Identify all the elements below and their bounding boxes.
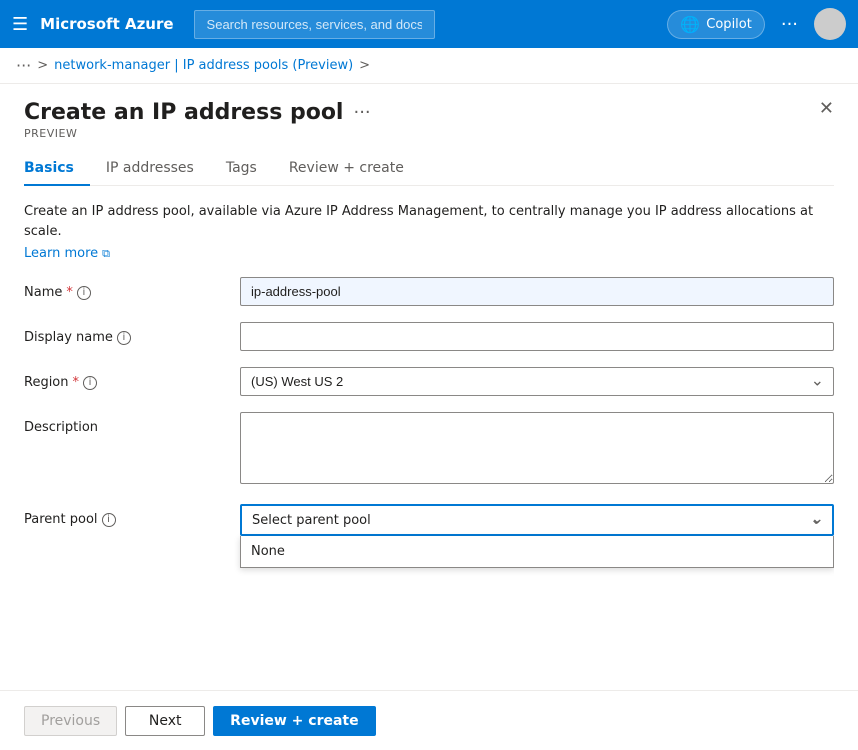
breadcrumb: ··· > network-manager | IP address pools… [0, 48, 858, 84]
breadcrumb-more-button[interactable]: ··· [16, 56, 31, 75]
learn-more-label: Learn more [24, 246, 98, 261]
form-area: Create an IP address pool, available via… [24, 202, 834, 749]
display-name-input[interactable] [240, 322, 834, 351]
preview-badge: PREVIEW [24, 127, 834, 140]
display-name-field-row: Display name i [24, 322, 834, 351]
region-select[interactable]: (US) West US 2 (US) East US (US) East US… [240, 367, 834, 396]
copilot-label: Copilot [706, 17, 752, 32]
required-indicator: * [66, 285, 73, 300]
region-info-icon[interactable]: i [83, 376, 97, 390]
top-navigation: ☰ Microsoft Azure 🌐 Copilot ··· [0, 0, 858, 48]
name-info-icon[interactable]: i [77, 286, 91, 300]
name-input[interactable] [240, 277, 834, 306]
tab-ip-addresses[interactable]: IP addresses [90, 152, 210, 186]
tab-review-create[interactable]: Review + create [273, 152, 420, 186]
copilot-icon: 🌐 [680, 15, 700, 34]
parent-pool-label: Parent pool i [24, 504, 224, 527]
previous-button[interactable]: Previous [24, 706, 117, 736]
avatar[interactable] [814, 8, 846, 40]
name-input-container [240, 277, 834, 306]
review-create-button[interactable]: Review + create [213, 706, 375, 736]
description-field-row: Description [24, 412, 834, 488]
parent-pool-field-row: Parent pool i Select parent pool ⌄ None [24, 504, 834, 536]
display-name-input-container [240, 322, 834, 351]
hamburger-menu-button[interactable]: ☰ [12, 14, 28, 35]
parent-pool-option-none[interactable]: None [241, 536, 833, 567]
name-field-row: Name * i [24, 277, 834, 306]
copilot-button[interactable]: 🌐 Copilot [667, 10, 764, 39]
external-link-icon: ⧉ [102, 247, 110, 261]
footer: Previous Next Review + create [0, 690, 858, 750]
breadcrumb-separator: > [37, 58, 48, 73]
description-textarea[interactable] [240, 412, 834, 484]
display-name-label: Display name i [24, 322, 224, 345]
parent-pool-select-container: Select parent pool ⌄ None [240, 504, 834, 536]
parent-pool-dropdown-menu: None [240, 536, 834, 568]
description-textarea-container [240, 412, 834, 488]
description-text: Create an IP address pool, available via… [24, 202, 834, 241]
parent-pool-select[interactable]: Select parent pool ⌄ [240, 504, 834, 536]
chevron-down-icon: ⌄ [810, 512, 822, 528]
next-button[interactable]: Next [125, 706, 205, 736]
main-content: Create an IP address pool ··· ✕ PREVIEW … [0, 84, 858, 749]
azure-logo: Microsoft Azure [40, 15, 173, 33]
region-select-container: (US) West US 2 (US) East US (US) East US… [240, 367, 834, 396]
description-label: Description [24, 412, 224, 435]
close-button[interactable]: ✕ [819, 100, 834, 118]
page-title-more-button[interactable]: ··· [353, 102, 370, 123]
parent-pool-placeholder: Select parent pool [252, 513, 371, 528]
page-title: Create an IP address pool [24, 100, 343, 125]
tab-basics[interactable]: Basics [24, 152, 90, 186]
tab-tags[interactable]: Tags [210, 152, 273, 186]
nav-more-button[interactable]: ··· [781, 14, 798, 35]
parent-pool-info-icon[interactable]: i [102, 513, 116, 527]
region-required-indicator: * [73, 375, 80, 390]
breadcrumb-separator-2: > [359, 58, 370, 73]
region-field-row: Region * i (US) West US 2 (US) East US (… [24, 367, 834, 396]
learn-more-link[interactable]: Learn more ⧉ [24, 246, 110, 261]
breadcrumb-network-manager-link[interactable]: network-manager | IP address pools (Prev… [54, 58, 353, 73]
page-header: Create an IP address pool ··· ✕ [24, 100, 834, 125]
name-label: Name * i [24, 277, 224, 300]
search-input[interactable] [194, 10, 436, 39]
region-label: Region * i [24, 367, 224, 390]
display-name-info-icon[interactable]: i [117, 331, 131, 345]
tab-bar: Basics IP addresses Tags Review + create [24, 152, 834, 186]
